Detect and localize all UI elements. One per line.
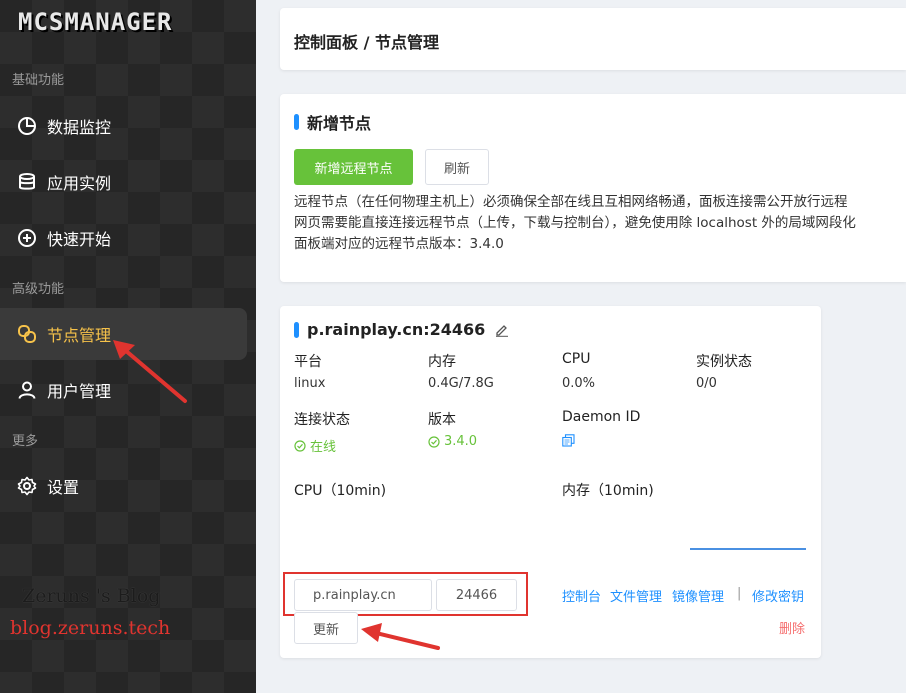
plus-circle-icon <box>17 228 37 248</box>
watermark-blog-name: Zeruns 's Blog <box>22 585 161 607</box>
instance-status-value: 0/0 <box>696 376 717 391</box>
change-key-link[interactable]: 修改密钥 <box>752 586 804 605</box>
app-logo: MCSMANAGER <box>18 8 173 36</box>
description-line: 面板端对应的远程节点版本：3.4.0 <box>294 236 504 252</box>
connection-status-value: 在线 <box>294 436 336 455</box>
cpu-chart-label: CPU（10min) <box>294 483 387 499</box>
edit-icon[interactable] <box>495 323 509 337</box>
node-title-text: p.rainplay.cn:24466 <box>307 320 486 339</box>
check-circle-icon <box>428 435 440 448</box>
memory-label: 内存 <box>428 354 456 370</box>
sidebar-item-label: 节点管理 <box>47 326 112 345</box>
connection-status-text: 在线 <box>310 440 337 455</box>
sidebar-item-quick-start[interactable]: 快速开始 <box>0 212 247 264</box>
breadcrumb: 控制面板 / 节点管理 <box>294 33 439 52</box>
node-ip-input[interactable]: p.rainplay.cn <box>294 579 432 611</box>
add-node-title-text: 新增节点 <box>307 114 372 133</box>
instance-status-label: 实例状态 <box>696 354 752 370</box>
add-remote-node-button[interactable]: 新增远程节点 <box>294 149 413 185</box>
cpu-value: 0.0% <box>562 376 596 391</box>
daemon-id-label: Daemon ID <box>562 409 641 425</box>
sidebar-item-label: 快速开始 <box>47 230 112 249</box>
connection-status-label: 连接状态 <box>294 412 350 428</box>
console-link[interactable]: 控制台 <box>562 586 601 605</box>
version-text: 3.4.0 <box>444 434 478 449</box>
image-manager-link[interactable]: 镜像管理 <box>672 586 724 605</box>
database-icon <box>17 172 37 192</box>
sidebar-item-label: 应用实例 <box>47 174 112 193</box>
copy-icon[interactable] <box>562 434 575 447</box>
delete-link[interactable]: 删除 <box>779 618 805 637</box>
cpu-label: CPU <box>562 351 591 367</box>
watermark-blog-url: blog.zeruns.tech <box>10 617 171 639</box>
sidebar-item-label: 用户管理 <box>47 382 112 401</box>
file-manager-link[interactable]: 文件管理 <box>610 586 662 605</box>
group-title-more: 更多 <box>12 434 39 449</box>
platform-label: 平台 <box>294 354 322 370</box>
node-link-icon <box>17 324 37 344</box>
update-button[interactable]: 更新 <box>294 612 358 644</box>
version-label: 版本 <box>428 412 456 428</box>
gear-icon <box>17 476 37 496</box>
link-separator: | <box>737 586 742 601</box>
group-title-advanced: 高级功能 <box>12 282 65 297</box>
memory-chart-label: 内存（10min) <box>562 483 654 499</box>
add-node-title: 新增节点 <box>294 110 371 134</box>
node-port-input[interactable]: 24466 <box>436 579 517 611</box>
annotation-arrow-icon <box>361 623 440 650</box>
refresh-button[interactable]: 刷新 <box>425 149 489 185</box>
group-title-basic: 基础功能 <box>12 73 65 88</box>
description-line: 网页需要能直接连接远程节点（上传，下载与控制台），避免使用除 localhost… <box>294 215 856 231</box>
version-value: 3.4.0 <box>428 434 477 449</box>
title-accent-bar <box>294 114 299 130</box>
check-circle-icon <box>294 439 306 452</box>
add-node-description: 远程节点（在任何物理主机上）必须确保全部在线且互相网络畅通，面板连接需公开放行远… <box>294 192 856 255</box>
sidebar-item-label: 设置 <box>47 478 80 497</box>
sidebar-item-instances[interactable]: 应用实例 <box>0 156 247 208</box>
pie-chart-icon <box>17 116 37 136</box>
node-title: p.rainplay.cn:24466 <box>294 320 509 339</box>
description-line: 远程节点（在任何物理主机上）必须确保全部在线且互相网络畅通，面板连接需公开放行远… <box>294 194 848 210</box>
memory-chart-line <box>690 548 806 550</box>
sidebar-item-label: 数据监控 <box>47 118 112 137</box>
title-accent-bar <box>294 321 299 338</box>
sidebar-item-settings[interactable]: 设置 <box>0 460 247 512</box>
memory-value: 0.4G/7.8G <box>428 376 494 391</box>
annotation-arrow-icon <box>113 340 187 403</box>
sidebar-item-data-monitor[interactable]: 数据监控 <box>0 100 247 152</box>
user-icon <box>17 380 37 400</box>
platform-value: linux <box>294 376 326 391</box>
